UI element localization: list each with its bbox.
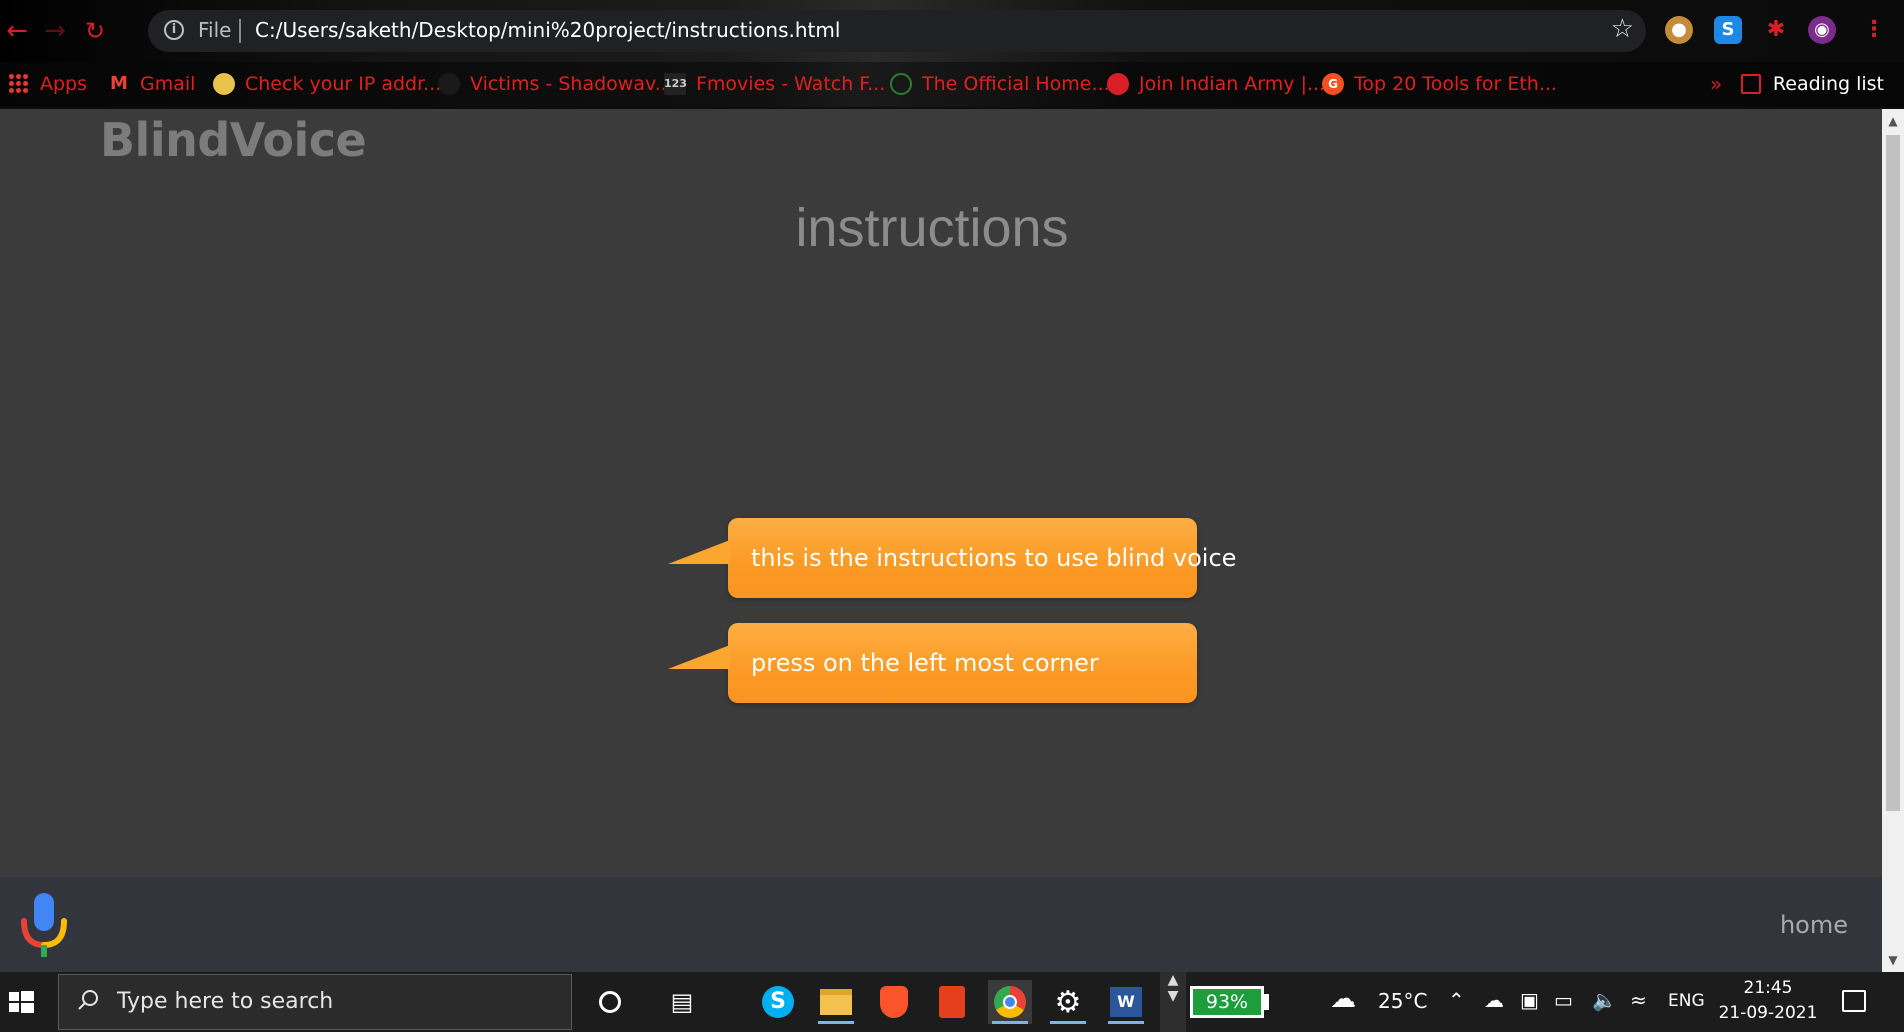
instruction-bubble: this is the instructions to use blind vo…	[668, 518, 1236, 598]
bookmark-gmail[interactable]: M Gmail	[108, 68, 195, 100]
bubble-tail	[668, 645, 730, 669]
bubble-tail	[668, 540, 730, 564]
bookmark-indian-army[interactable]: Join Indian Army |...	[1107, 68, 1325, 100]
file-explorer-icon[interactable]	[814, 980, 858, 1024]
bookmark-official-home[interactable]: The Official Home...	[890, 68, 1110, 100]
bookmark-label: Fmovies - Watch F...	[696, 73, 886, 95]
page-footer: home	[0, 877, 1882, 972]
weather-temperature[interactable]: 25°C	[1378, 989, 1427, 1013]
clock-date: 21-09-2021	[1718, 1003, 1818, 1023]
address-bar[interactable]: i File C:/Users/saketh/Desktop/mini%20pr…	[148, 10, 1646, 52]
bookmark-label: Gmail	[140, 73, 196, 95]
brand-logo[interactable]: BlindVoice	[100, 113, 367, 167]
battery-tray-icon[interactable]: ▭	[1554, 988, 1573, 1012]
official-home-icon	[890, 73, 912, 95]
meet-now-icon[interactable]: ▣	[1520, 988, 1539, 1012]
windows-start-icon[interactable]	[0, 972, 48, 1032]
reading-list-icon	[1740, 74, 1761, 94]
instruction-text: this is the instructions to use blind vo…	[751, 544, 1237, 572]
gmail-icon: M	[110, 73, 128, 94]
tools-icon: G	[1322, 73, 1344, 95]
vertical-scrollbar[interactable]: ▲ ▼	[1882, 109, 1904, 972]
reading-list-button[interactable]: Reading list	[1740, 68, 1884, 100]
screen: ← → ↻ i File C:/Users/saketh/Desktop/min…	[0, 0, 1904, 1032]
chrome-app-icon[interactable]	[988, 980, 1032, 1024]
shadow-icon	[438, 73, 460, 95]
onedrive-cloud-icon[interactable]: ☁	[1484, 988, 1504, 1012]
windows-taskbar: Type here to search ▤ S ⚙ W ▲ ▼ 93% ☁ 25…	[0, 972, 1904, 1032]
reload-icon[interactable]: ↻	[80, 16, 110, 46]
battery-indicator[interactable]: 93%	[1190, 986, 1264, 1018]
cortana-icon[interactable]	[588, 980, 632, 1024]
profile-avatar[interactable]: ◉	[1808, 16, 1836, 44]
bookmark-label: Apps	[40, 73, 88, 95]
microphone-icon[interactable]	[20, 893, 68, 959]
instruction-text: press on the left most corner	[751, 649, 1099, 677]
office-icon[interactable]	[930, 980, 974, 1024]
bookmark-fmovies[interactable]: 123 Fmovies - Watch F...	[664, 68, 885, 100]
search-icon	[78, 990, 98, 1010]
bookmark-label: The Official Home...	[922, 73, 1110, 95]
bookmark-label: Top 20 Tools for Eth...	[1354, 73, 1557, 95]
taskbar-clock[interactable]: 21:45 21-09-2021	[1716, 976, 1820, 1026]
cookie-extension-icon[interactable]: ●	[1665, 16, 1693, 44]
browser-toolbar: ← → ↻ i File C:/Users/saketh/Desktop/min…	[0, 0, 1904, 62]
taskbar-search[interactable]: Type here to search	[58, 974, 572, 1030]
language-indicator[interactable]: ENG	[1668, 991, 1705, 1011]
bookmark-label: Check your IP addr...	[245, 73, 442, 95]
menu-kebab-icon[interactable]: ⋮	[1860, 16, 1888, 44]
volume-icon[interactable]: 🔈	[1592, 988, 1617, 1012]
page-title: instructions	[795, 198, 1069, 258]
wifi-icon[interactable]: ≈	[1630, 988, 1647, 1012]
bookmark-star-icon[interactable]: ☆	[1611, 14, 1634, 44]
scroll-thumb[interactable]	[1886, 135, 1900, 811]
skype-extension-icon[interactable]: S	[1714, 16, 1742, 44]
bookmark-label: Join Indian Army |...	[1139, 73, 1326, 95]
reading-list-label: Reading list	[1772, 73, 1884, 95]
bookmark-apps[interactable]: Apps	[8, 68, 87, 100]
address-prefix: File	[198, 18, 232, 42]
action-center-icon[interactable]	[1842, 990, 1866, 1012]
bookmark-tools[interactable]: G Top 20 Tools for Eth...	[1322, 68, 1557, 100]
word-app-icon[interactable]: W	[1104, 980, 1148, 1024]
search-placeholder: Type here to search	[117, 989, 334, 1014]
bookmark-ip-check[interactable]: Check your IP addr...	[213, 68, 441, 100]
site-info-icon[interactable]: i	[164, 20, 184, 40]
taskbar-scroll-arrows[interactable]: ▲ ▼	[1160, 972, 1186, 1032]
scroll-up-arrow-icon[interactable]: ▲	[1882, 111, 1904, 131]
forward-arrow-icon[interactable]: →	[40, 16, 70, 46]
task-view-icon[interactable]: ▤	[660, 980, 704, 1024]
indian-army-icon	[1107, 73, 1129, 95]
page-content: BlindVoice instructions this is the inst…	[0, 109, 1882, 877]
bookmarks-bar: Apps M Gmail Check your IP addr... Victi…	[0, 62, 1904, 107]
bookmark-shadowav[interactable]: Victims - Shadowav...	[438, 68, 673, 100]
scroll-down-arrow-icon[interactable]: ▼	[1882, 950, 1904, 970]
instruction-bubble: press on the left most corner	[668, 623, 1197, 703]
battery-tip	[1264, 994, 1269, 1010]
weather-cloud-icon[interactable]: ☁	[1330, 984, 1356, 1014]
ip-check-icon	[213, 73, 235, 95]
bookmarks-overflow-button[interactable]: »	[1710, 72, 1722, 96]
fmovies-icon: 123	[664, 73, 687, 95]
brave-browser-icon[interactable]	[872, 980, 916, 1024]
clock-time: 21:45	[1743, 978, 1793, 998]
settings-gear-icon[interactable]: ⚙	[1046, 980, 1090, 1024]
url-text[interactable]: C:/Users/saketh/Desktop/mini%20project/i…	[255, 18, 840, 42]
home-link[interactable]: home	[1780, 911, 1848, 939]
skype-app-icon[interactable]: S	[756, 980, 800, 1024]
apps-grid-icon	[8, 73, 30, 95]
show-hidden-icons-chevron-icon[interactable]: ⌃	[1448, 988, 1465, 1012]
back-arrow-icon[interactable]: ←	[2, 16, 32, 46]
address-separator	[239, 19, 241, 43]
bookmark-label: Victims - Shadowav...	[470, 73, 673, 95]
extensions-puzzle-icon[interactable]: ✱	[1762, 16, 1790, 44]
